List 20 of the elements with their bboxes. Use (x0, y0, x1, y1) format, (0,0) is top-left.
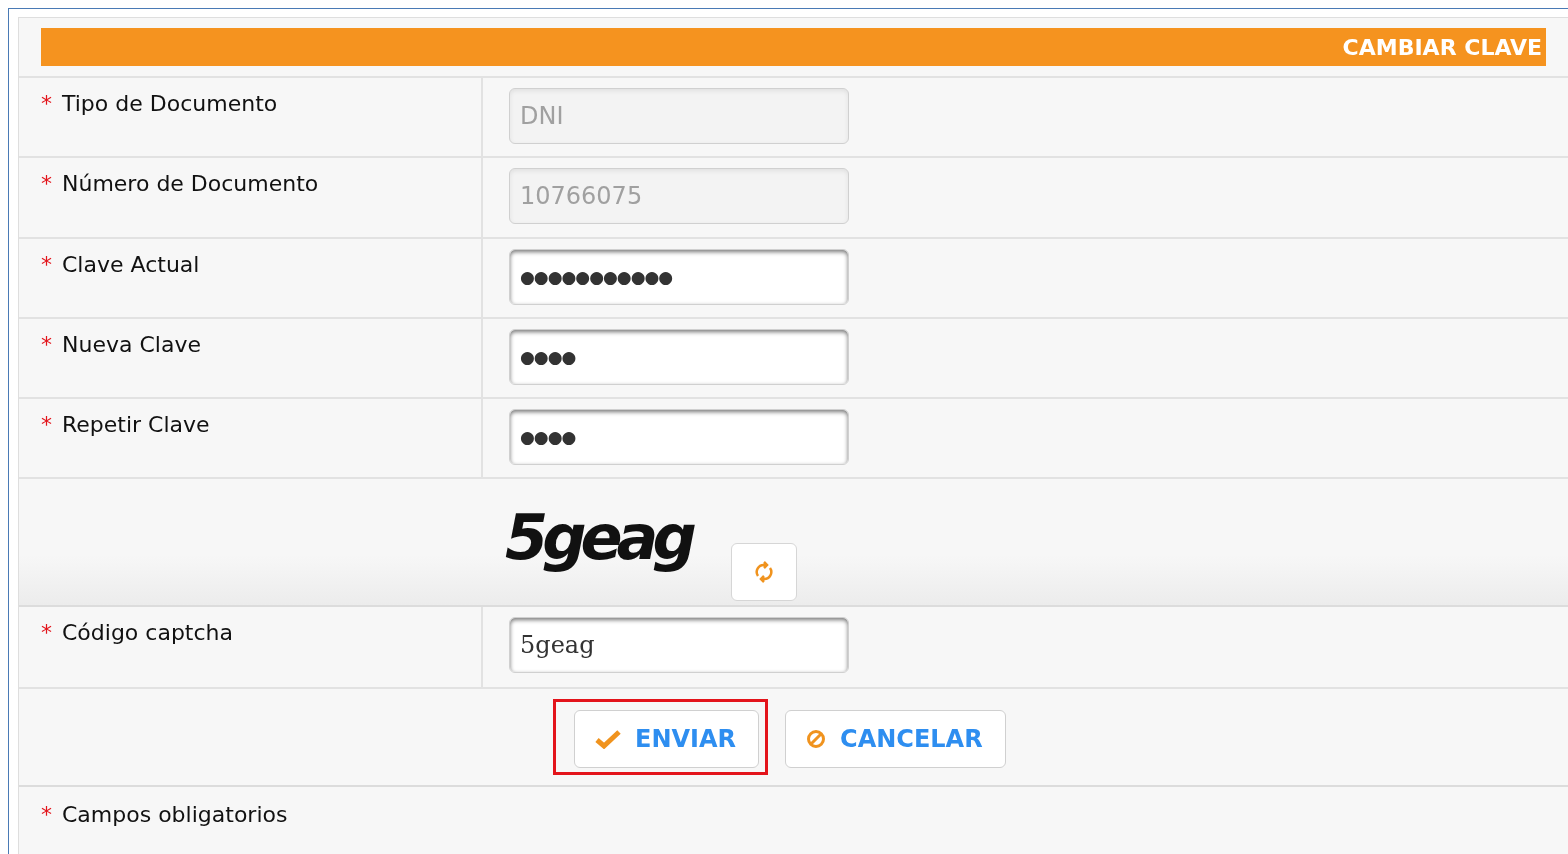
field-label: Repetir Clave (62, 411, 210, 439)
field-label: Código captcha (62, 619, 233, 647)
required-mark: * (41, 251, 52, 279)
input-field[interactable]: ●●●● (509, 409, 849, 465)
required-mark: * (41, 170, 52, 198)
field-label: Número de Documento (62, 170, 319, 198)
field-label: Clave Actual (62, 251, 200, 279)
required-mark: * (41, 90, 52, 118)
required-mark: * (41, 411, 52, 439)
required-mark: * (41, 801, 52, 829)
field-label: Nueva Clave (62, 331, 201, 359)
panel-title: CAMBIAR CLAVE (41, 28, 1546, 66)
input-field[interactable]: ●●●● (509, 329, 849, 385)
required-mark: * (41, 331, 52, 359)
field-label: Tipo de Documento (62, 90, 278, 118)
captcha-image: 5geag (505, 501, 691, 574)
required-note: Campos obligatorios (62, 801, 288, 829)
input-field[interactable]: ●●●●●●●●●●● (509, 249, 849, 305)
input-field[interactable]: 5geag (509, 617, 849, 673)
required-mark: * (41, 619, 52, 647)
